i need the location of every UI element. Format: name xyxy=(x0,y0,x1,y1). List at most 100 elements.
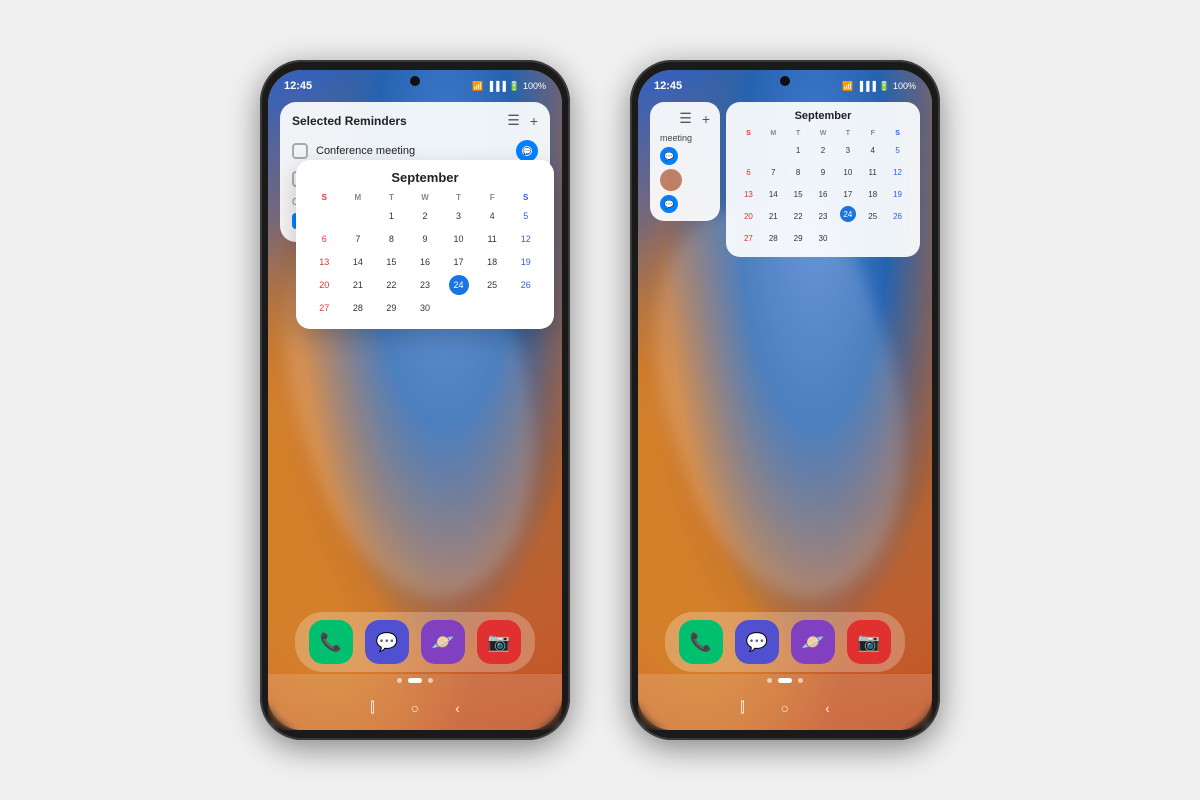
dock-phone1[interactable]: 📞 xyxy=(309,620,353,664)
c2-16[interactable]: 16 xyxy=(813,184,833,204)
c2-15[interactable]: 15 xyxy=(788,184,808,204)
c2-hdr-t2: T xyxy=(835,128,860,139)
cal-24[interactable]: 24 xyxy=(449,275,469,295)
cal-13[interactable]: 13 xyxy=(314,252,334,272)
c2-20[interactable]: 20 xyxy=(738,206,758,226)
c2-21[interactable]: 21 xyxy=(763,206,783,226)
c2-9[interactable]: 9 xyxy=(813,162,833,182)
cal-27[interactable]: 27 xyxy=(314,298,334,318)
c2-e2 xyxy=(763,140,783,160)
reminder-checkbox-1[interactable] xyxy=(292,143,308,159)
c2-22[interactable]: 22 xyxy=(788,206,808,226)
cal-empty2: . xyxy=(348,206,368,226)
cal-11[interactable]: 11 xyxy=(482,229,502,249)
c2-25[interactable]: 25 xyxy=(863,206,883,226)
phone2: 12:45 📶 ▐▐▐ 🔋 100% ☰ + xyxy=(630,60,940,740)
c2-19[interactable]: 19 xyxy=(888,184,908,204)
nav2-recent[interactable]: ⫿ xyxy=(740,699,744,716)
c2-26[interactable]: 26 xyxy=(888,206,908,226)
c2-27[interactable]: 27 xyxy=(738,228,758,248)
dock-browser1[interactable]: 🪐 xyxy=(421,620,465,664)
c2-7[interactable]: 7 xyxy=(763,162,783,182)
dock-camera1[interactable]: 📷 xyxy=(477,620,521,664)
dock-camera2[interactable]: 📷 xyxy=(847,620,891,664)
c2-13[interactable]: 13 xyxy=(738,184,758,204)
c2-29[interactable]: 29 xyxy=(788,228,808,248)
cal-3[interactable]: 3 xyxy=(449,206,469,226)
c2-10[interactable]: 10 xyxy=(838,162,858,182)
add-icon2[interactable]: + xyxy=(702,111,710,127)
cal-17[interactable]: 17 xyxy=(449,252,469,272)
cal-5[interactable]: 5 xyxy=(516,206,536,226)
c2-12[interactable]: 12 xyxy=(888,162,908,182)
c2-17[interactable]: 17 xyxy=(838,184,858,204)
dock-msg1[interactable]: 💬 xyxy=(365,620,409,664)
cal-23[interactable]: 23 xyxy=(415,275,435,295)
widget-actions[interactable]: ☰ + xyxy=(507,112,538,129)
widget2-actions[interactable]: ☰ + xyxy=(660,110,710,127)
widget-title: Selected Reminders xyxy=(292,114,407,128)
widget-small-left: ☰ + meeting 💬 💬 xyxy=(650,102,720,221)
cal-14[interactable]: 14 xyxy=(348,252,368,272)
c2-24[interactable]: 24 xyxy=(840,206,856,222)
cal-18[interactable]: 18 xyxy=(482,252,502,272)
cal-26[interactable]: 26 xyxy=(516,275,536,295)
calendar2-grid: S M T W T F S 1 2 3 4 xyxy=(736,128,910,249)
phone1-screen: 12:45 📶 ▐▐▐ 🔋 100% Selected Reminders ☰ xyxy=(268,70,562,730)
cal-28[interactable]: 28 xyxy=(348,298,368,318)
c2-3[interactable]: 3 xyxy=(838,140,858,160)
cal-21[interactable]: 21 xyxy=(348,275,368,295)
c2-ee1 xyxy=(838,228,858,248)
cal-hdr-f: F xyxy=(476,191,509,204)
list-icon[interactable]: ☰ xyxy=(507,112,520,129)
calendar2-month: September xyxy=(736,110,910,122)
battery-icon: 🔋 xyxy=(509,81,520,92)
cal-9[interactable]: 9 xyxy=(415,229,435,249)
cal-20[interactable]: 20 xyxy=(314,275,334,295)
c2-23[interactable]: 23 xyxy=(813,206,833,226)
cal-10[interactable]: 10 xyxy=(449,229,469,249)
cal-30[interactable]: 30 xyxy=(415,298,435,318)
c2-2[interactable]: 2 xyxy=(813,140,833,160)
cal-12[interactable]: 12 xyxy=(516,229,536,249)
c2-hdr-t: T xyxy=(786,128,811,139)
add-icon[interactable]: + xyxy=(530,113,538,129)
cal-16[interactable]: 16 xyxy=(415,252,435,272)
c2-8[interactable]: 8 xyxy=(788,162,808,182)
c2-11[interactable]: 11 xyxy=(863,162,883,182)
cal-6[interactable]: 6 xyxy=(314,229,334,249)
cal-1[interactable]: 1 xyxy=(381,206,401,226)
cal-15[interactable]: 15 xyxy=(381,252,401,272)
cal-8[interactable]: 8 xyxy=(381,229,401,249)
nav-recent[interactable]: ⫿ xyxy=(370,699,374,716)
cal-e2 xyxy=(482,298,502,318)
dock-msg2[interactable]: 💬 xyxy=(735,620,779,664)
nav-home[interactable]: ○ xyxy=(411,700,419,716)
dock-phone2[interactable]: 📞 xyxy=(679,620,723,664)
dock-browser2[interactable]: 🪐 xyxy=(791,620,835,664)
list-icon2[interactable]: ☰ xyxy=(679,110,692,127)
phone1-nav-dots xyxy=(397,678,433,683)
c2-28[interactable]: 28 xyxy=(763,228,783,248)
c2-30[interactable]: 30 xyxy=(813,228,833,248)
calendar-month: September xyxy=(308,170,542,185)
c2-18[interactable]: 18 xyxy=(863,184,883,204)
badge1: 💬 xyxy=(660,147,678,165)
c2-5[interactable]: 5 xyxy=(888,140,908,160)
cal-25[interactable]: 25 xyxy=(482,275,502,295)
nav-back[interactable]: ‹ xyxy=(455,700,460,716)
cal-22[interactable]: 22 xyxy=(381,275,401,295)
cal-7[interactable]: 7 xyxy=(348,229,368,249)
nav2-home[interactable]: ○ xyxy=(781,700,789,716)
c2-1[interactable]: 1 xyxy=(788,140,808,160)
badge-row2: 💬 xyxy=(660,195,710,213)
cal-29[interactable]: 29 xyxy=(381,298,401,318)
c2-4[interactable]: 4 xyxy=(863,140,883,160)
cal-2[interactable]: 2 xyxy=(415,206,435,226)
cal-4[interactable]: 4 xyxy=(482,206,502,226)
nav2-back[interactable]: ‹ xyxy=(825,700,830,716)
cal-19[interactable]: 19 xyxy=(516,252,536,272)
c2-6[interactable]: 6 xyxy=(738,162,758,182)
meeting-label: meeting xyxy=(660,133,710,143)
c2-14[interactable]: 14 xyxy=(763,184,783,204)
